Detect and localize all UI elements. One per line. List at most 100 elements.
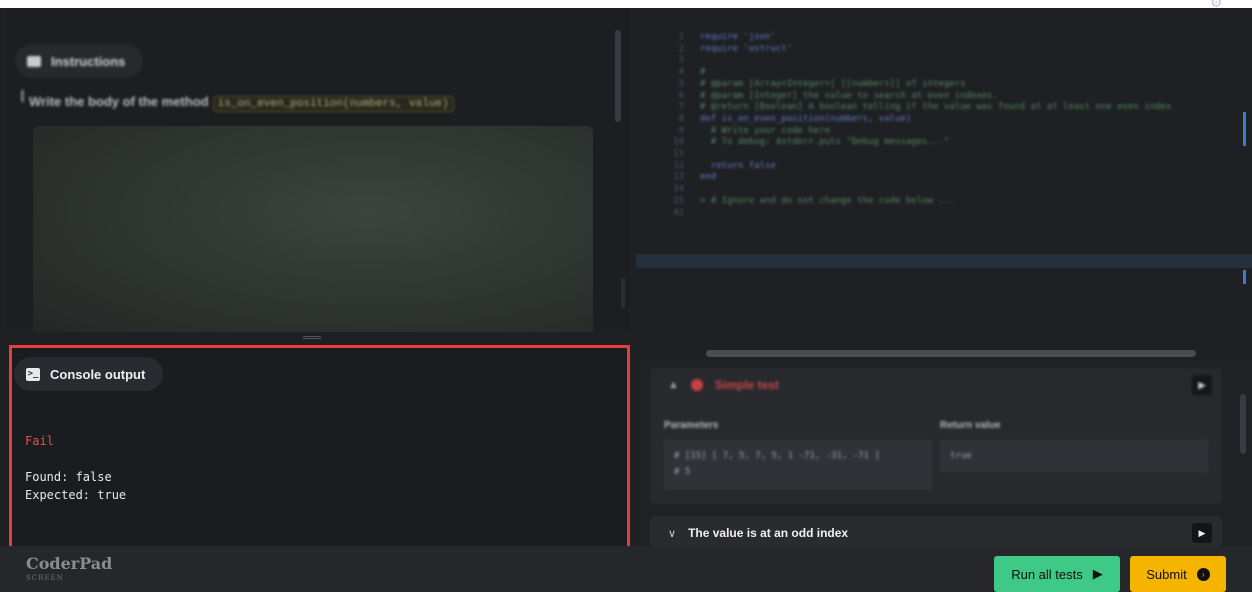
chevron-down-icon: ∨: [668, 527, 677, 540]
code-text: require 'ostruct': [700, 43, 793, 54]
code-line[interactable]: 13 end: [666, 172, 1171, 184]
code-line[interactable]: 12 return false: [666, 161, 1171, 173]
editor-scroll-marker: [1243, 270, 1246, 284]
return-value: true: [950, 451, 972, 461]
test-case-name: Simple test: [714, 378, 779, 392]
editor-scroll-marker: [1243, 112, 1246, 146]
tests-scrollbar[interactable]: [1240, 394, 1246, 454]
panel-resize-handle[interactable]: [303, 336, 321, 339]
code-line[interactable]: 41: [666, 208, 1171, 220]
code-text: end: [700, 172, 717, 183]
code-line[interactable]: 11: [666, 149, 1171, 161]
code-line[interactable]: 7 # @return [Boolean] A boolean telling i…: [666, 102, 1172, 114]
code-line[interactable]: 3: [666, 55, 1171, 67]
console-title: Console output: [50, 366, 146, 382]
code-lines[interactable]: 1 require 'json' 2 require 'ostruct' 3 4 #5 # @…: [666, 32, 1171, 219]
code-text: # @param [Integer] the value to search a…: [700, 90, 999, 101]
instructions-tab[interactable]: Instructions: [15, 44, 144, 78]
parameters-box: # [15] [ 7, 5, 7, 5, 1 -71, -31, -71 ] #…: [664, 440, 932, 490]
line-number: 12: [673, 160, 684, 171]
method-signature: is_on_even_position(numbers, value): [212, 96, 454, 112]
line-number: 3: [678, 55, 684, 66]
active-line-highlight: [636, 254, 1252, 268]
test-case-name: The value is at an odd index: [688, 526, 849, 540]
code-line[interactable]: 14: [666, 184, 1171, 196]
console-expected-line: Expected: true: [25, 488, 127, 502]
line-number: 10: [673, 137, 684, 148]
submit-button[interactable]: Submit ›: [1130, 556, 1226, 592]
return-value-label: Return value: [940, 420, 1001, 431]
chevron-up-icon: ▲: [668, 379, 679, 391]
line-number: 2: [678, 43, 684, 54]
line-number: 41: [673, 207, 684, 218]
code-text: # @param [Array<Integer>] [[numbers]] of…: [700, 78, 966, 89]
code-text: return false: [700, 160, 776, 171]
line-number: 4: [678, 67, 684, 78]
line-number: 14: [673, 184, 684, 195]
play-icon: ▶: [1092, 566, 1103, 581]
instructions-scrollbar[interactable]: [615, 30, 621, 122]
code-line[interactable]: 9 # Write your code here: [666, 126, 1171, 138]
return-value-box: true: [940, 440, 1208, 472]
fail-status-icon: [690, 379, 703, 391]
run-all-tests-label: Run all tests: [1011, 566, 1083, 582]
code-line[interactable]: 2 require 'ostruct': [666, 44, 1171, 56]
test-case-body: Parameters Return value # [15] [ 7, 5, 7…: [650, 406, 1222, 504]
test-case-simple[interactable]: ▲ Simple test ▶ Parameters Return value …: [650, 368, 1222, 504]
instructions-title: Instructions: [51, 53, 126, 69]
left-column: Instructions Write the body of the metho…: [0, 8, 636, 557]
top-strip: [0, 0, 1252, 8]
console-fail-line: Fail: [25, 434, 54, 448]
submit-label: Submit: [1146, 566, 1187, 582]
line-number: 7: [678, 102, 684, 113]
line-number: 8: [678, 113, 684, 124]
code-line[interactable]: 15 > # Ignore and do not change the code …: [666, 196, 1171, 208]
play-icon[interactable]: ▶: [1192, 375, 1212, 395]
code-line[interactable]: 8 def is_on_even_position(numbers, value): [666, 114, 1171, 126]
line-number: 5: [678, 78, 684, 89]
parameters-value-2: # 5: [674, 467, 691, 477]
code-text: # To debug: $stderr.puts "Debug messages…: [700, 137, 950, 148]
line-number: 1: [678, 32, 684, 42]
console-tab[interactable]: >_ Console output: [14, 357, 164, 391]
line-number: 9: [678, 125, 684, 136]
arrow-right-icon: ›: [1196, 567, 1210, 581]
code-line[interactable]: 6 # @param [Integer] the value to search …: [666, 91, 1171, 103]
code-text: def is_on_even_position(numbers, value): [700, 113, 912, 124]
footer-bar: CoderPad SCREEN Run all tests ▶ Submit ›: [0, 546, 1252, 592]
code-line[interactable]: 4 #: [666, 67, 1171, 79]
code-line[interactable]: 5 # @param [Array<Integer>] [[numbers]] o…: [666, 79, 1171, 91]
instructions-scroll-track: [621, 278, 625, 308]
gear-icon[interactable]: ⚙: [1210, 0, 1223, 11]
code-text: # Write your code here: [700, 125, 831, 136]
instructions-quote-bar: [21, 90, 24, 102]
line-number: 11: [673, 149, 684, 160]
code-line[interactable]: 10 # To debug: $stderr.puts "Debug messa…: [666, 137, 1171, 149]
app-root: Instructions Write the body of the metho…: [0, 0, 1252, 592]
console-output: Fail Found: false Expected: true: [25, 432, 126, 504]
instructions-image: [33, 126, 593, 332]
play-icon[interactable]: ▶: [1192, 523, 1212, 543]
line-number: 6: [678, 90, 684, 101]
code-editor[interactable]: 1 require 'json' 2 require 'ostruct' 3 4 #5 # @…: [636, 8, 1252, 360]
run-all-tests-button[interactable]: Run all tests ▶: [994, 556, 1120, 592]
tests-panel: ▲ Simple test ▶ Parameters Return value …: [636, 360, 1252, 546]
code-text: > # Ignore and do not change the code be…: [700, 195, 955, 206]
editor-horizontal-scrollbar[interactable]: [706, 350, 1196, 357]
instructions-body-text: Write the body of the method: [29, 94, 209, 109]
test-case-header[interactable]: ▲ Simple test ▶: [650, 368, 1222, 402]
test-case-odd-index[interactable]: ∨ The value is at an odd index ▶: [650, 516, 1222, 546]
console-panel: >_ Console output Fail Found: false Expe…: [9, 345, 630, 557]
code-text: require 'json': [700, 32, 776, 42]
brand-subtitle: SCREEN: [26, 574, 64, 582]
terminal-icon: >_: [26, 367, 40, 381]
console-found-line: Found: false: [25, 470, 112, 484]
code-text: # @return [Boolean] A boolean telling if…: [700, 102, 1172, 113]
line-number: 15: [673, 195, 684, 206]
instructions-panel: Instructions Write the body of the metho…: [7, 8, 629, 332]
instructions-text: Write the body of the method is_on_even_p…: [29, 94, 454, 112]
parameters-label: Parameters: [664, 420, 719, 431]
line-number: 13: [673, 172, 684, 183]
code-line[interactable]: 1 require 'json': [666, 32, 1171, 44]
document-icon: [27, 55, 41, 67]
